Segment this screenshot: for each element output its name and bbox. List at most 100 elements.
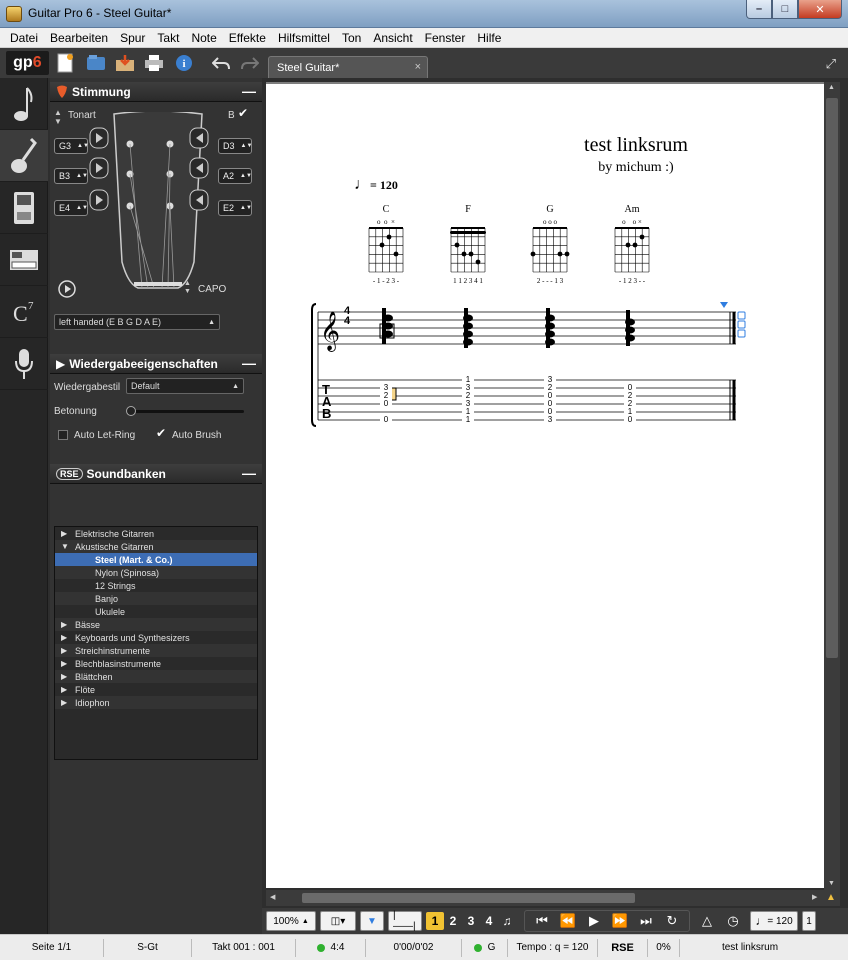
soundbank-item[interactable]: Steel (Mart. & Co.) xyxy=(55,553,257,566)
soundbank-item[interactable]: ▶ Flöte xyxy=(55,683,257,696)
go-to-end-icon[interactable]: ⏭ xyxy=(633,913,659,929)
minimize-button[interactable]: – xyxy=(746,0,772,19)
soundbank-item[interactable]: ▼ Akustische Gitarren xyxy=(55,540,257,553)
voice-3-button[interactable]: 3 xyxy=(462,912,480,930)
voice-4-button[interactable]: 4 xyxy=(480,912,498,930)
menu-ansicht[interactable]: Ansicht xyxy=(367,31,418,45)
peg-e2[interactable]: E2 ▲▼ xyxy=(218,200,252,216)
extra-control[interactable]: 1 xyxy=(802,911,816,931)
info-icon[interactable]: i xyxy=(172,51,195,75)
menu-note[interactable]: Note xyxy=(185,31,222,45)
note-panel-icon[interactable] xyxy=(0,78,48,130)
lock-icon[interactable]: ▲ xyxy=(826,892,836,903)
accent-slider[interactable] xyxy=(126,406,244,416)
menu-takt[interactable]: Takt xyxy=(151,31,185,45)
menu-hilfsmittel[interactable]: Hilfsmittel xyxy=(272,31,336,45)
menu-effekte[interactable]: Effekte xyxy=(223,31,272,45)
capo-spinner-icon[interactable]: ▲ ▼ xyxy=(184,280,191,296)
expand-triangle-icon[interactable]: ▶ xyxy=(61,633,75,642)
soundbank-item[interactable]: ▶ Streichinstrumente xyxy=(55,644,257,657)
guitar-pro-app-icon[interactable] xyxy=(6,6,22,22)
chord-diagram[interactable]: Co o × - 1 - 2 3 - xyxy=(364,204,408,285)
vertical-scrollbar[interactable]: ▲ ▼ xyxy=(824,82,840,892)
soundbank-item[interactable]: ▶ Keyboards und Synthesizers xyxy=(55,631,257,644)
soundbank-item[interactable]: ▶ Bässe xyxy=(55,618,257,631)
tab-fret-number[interactable]: 0 xyxy=(380,416,392,424)
print-icon[interactable] xyxy=(143,51,166,75)
rewind-icon[interactable]: ⏪ xyxy=(555,913,581,929)
chord-diagram[interactable]: Am o o × - 1 2 3 - - xyxy=(610,204,654,285)
chord-panel-icon[interactable]: C7 xyxy=(0,286,48,338)
peg-a2[interactable]: A2 ▲▼ xyxy=(218,168,252,184)
soundbank-item[interactable]: ▶ Idiophon xyxy=(55,696,257,709)
tuning-preset-select[interactable]: left handed (E B G D A E) ▲ xyxy=(54,314,220,330)
fast-forward-icon[interactable]: ⏩ xyxy=(607,913,633,929)
tab-fret-number[interactable]: 0 xyxy=(380,400,392,408)
loop-icon[interactable]: ↻ xyxy=(659,913,685,929)
instrument-panel-icon[interactable] xyxy=(0,130,48,182)
chord-diagram[interactable]: Go o o 2 - - - 1 3 xyxy=(528,204,572,285)
chord-diagram[interactable]: F 1 1 2 3 4 1 xyxy=(446,204,490,285)
expand-triangle-icon[interactable]: ▶ xyxy=(61,529,75,538)
soundbank-item[interactable]: ▶ Elektrische Gitarren xyxy=(55,527,257,540)
zoom-select[interactable]: 100% ▲ xyxy=(266,911,316,931)
collapse-tuning-button[interactable]: — xyxy=(242,83,256,99)
vertical-scroll-thumb[interactable] xyxy=(826,98,838,658)
expand-triangle-icon[interactable]: ▶ xyxy=(61,672,75,681)
horizontal-scroll-thumb[interactable] xyxy=(302,893,635,903)
expand-triangle-icon[interactable]: ▶ xyxy=(61,698,75,707)
let-ring-checkbox[interactable] xyxy=(58,430,68,440)
microphone-panel-icon[interactable] xyxy=(0,338,48,390)
voice-mode-icon[interactable]: ♫ xyxy=(498,912,516,930)
menu-datei[interactable]: Datei xyxy=(4,31,44,45)
collapse-playback-button[interactable]: — xyxy=(242,355,256,371)
expand-triangle-icon[interactable]: ▶ xyxy=(61,659,75,668)
scroll-up-icon[interactable]: ▲ xyxy=(828,84,835,91)
tuning-header[interactable]: Stimmung — xyxy=(50,82,262,102)
collapse-soundbanks-button[interactable]: — xyxy=(242,465,256,481)
b-checkbox[interactable]: ✔ xyxy=(238,106,248,120)
open-file-icon[interactable] xyxy=(84,51,107,75)
soundbank-item[interactable]: Nylon (Spinosa) xyxy=(55,566,257,579)
play-icon[interactable]: ▶ xyxy=(581,913,607,929)
tab-fret-number[interactable]: 0 xyxy=(624,416,636,424)
auto-brush-checkbox[interactable]: ✔ xyxy=(156,426,166,440)
expand-triangle-icon[interactable]: ▶ xyxy=(61,685,75,694)
soundbank-item[interactable]: 12 Strings xyxy=(55,579,257,592)
page-layout-select[interactable]: ◫▾ xyxy=(320,911,356,931)
tempo-field[interactable]: ♩ = 120 xyxy=(750,911,798,931)
go-to-start-icon[interactable]: ⏮ xyxy=(529,913,555,929)
scroll-down-icon[interactable]: ▼ xyxy=(828,880,835,887)
screen-mode-button[interactable]: ▼ xyxy=(360,911,384,931)
menu-spur[interactable]: Spur xyxy=(114,31,151,45)
play-tuning-icon[interactable] xyxy=(58,280,76,298)
soundbank-item[interactable]: ▶ Blechblasinstrumente xyxy=(55,657,257,670)
multitrack-button[interactable]: |——| xyxy=(388,910,422,932)
save-file-icon[interactable] xyxy=(113,51,136,75)
close-tab-icon[interactable]: × xyxy=(415,61,421,73)
soundbank-item[interactable]: ▶ Blättchen xyxy=(55,670,257,683)
redo-icon[interactable] xyxy=(239,51,262,75)
effects-panel-icon[interactable] xyxy=(0,182,48,234)
tab-fret-number[interactable]: 1 xyxy=(462,416,474,424)
voice-2-button[interactable]: 2 xyxy=(444,912,462,930)
score-page[interactable]: test linksrum by michum :) ♩= 120 Co o ×… xyxy=(266,84,824,888)
keyboard-panel-icon[interactable] xyxy=(0,234,48,286)
tab-steel-guitar[interactable]: Steel Guitar* × xyxy=(268,56,428,78)
peg-b3[interactable]: B3 ▲▼ xyxy=(54,168,88,184)
expand-triangle-icon[interactable]: ▶ xyxy=(61,620,75,629)
voice-1-button[interactable]: 1 xyxy=(426,912,444,930)
playback-header[interactable]: ▶ Wiedergabeeigenschaften — xyxy=(50,354,262,374)
playback-style-select[interactable]: Default ▲ xyxy=(126,378,244,394)
tab-fret-number[interactable]: 3 xyxy=(544,416,556,424)
undo-icon[interactable] xyxy=(209,51,232,75)
close-window-button[interactable]: ✕ xyxy=(798,0,842,19)
horizontal-scrollbar[interactable]: ◀ ▶ ▲ xyxy=(266,890,840,906)
countdown-icon[interactable]: ◷ xyxy=(720,913,746,929)
scroll-left-icon[interactable]: ◀ xyxy=(270,893,275,901)
soundbank-item[interactable]: Ukulele xyxy=(55,605,257,618)
maximize-button[interactable]: □ xyxy=(772,0,798,19)
soundbanks-header[interactable]: RSE Soundbanken — xyxy=(50,464,262,484)
scroll-right-icon[interactable]: ▶ xyxy=(812,893,817,901)
menu-hilfe[interactable]: Hilfe xyxy=(471,31,507,45)
